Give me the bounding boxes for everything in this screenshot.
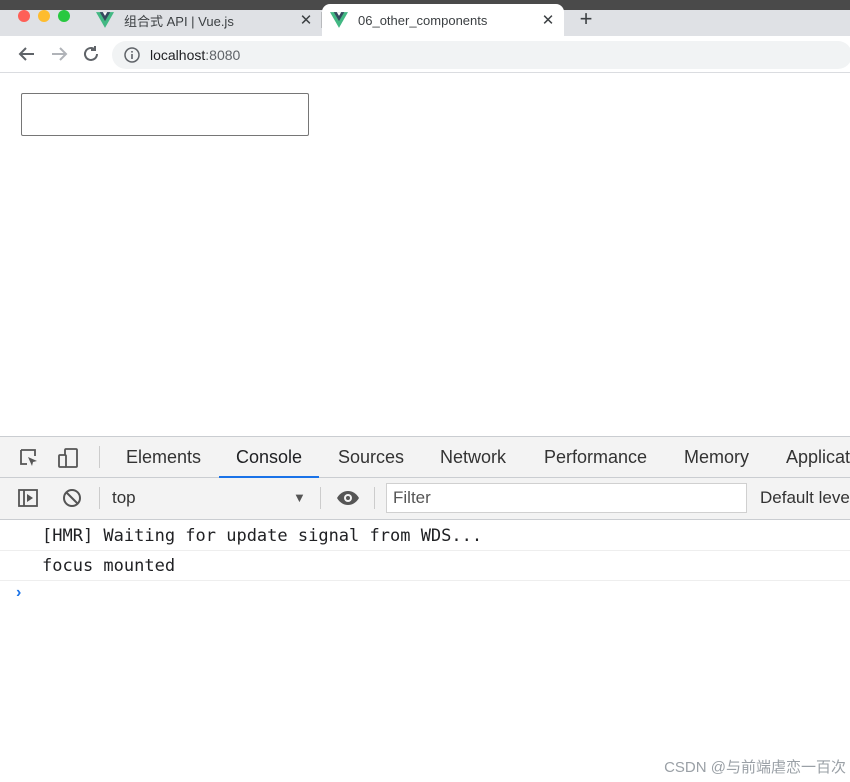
- browser-toolbar: localhost:8080: [0, 36, 850, 73]
- tab-close-icon[interactable]: ✕: [296, 11, 316, 29]
- console-prompt-icon[interactable]: ›: [16, 584, 21, 602]
- address-bar[interactable]: localhost:8080: [112, 41, 850, 69]
- inspect-element-icon[interactable]: [18, 447, 40, 469]
- devtools-tab-bar: Elements Console Sources Network Perform…: [0, 437, 850, 478]
- tab-title: 组合式 API | Vue.js: [124, 13, 234, 29]
- browser-tab-bar: 组合式 API | Vue.js ✕ 06_other_components ✕…: [0, 0, 850, 36]
- vue-logo-icon: [96, 12, 114, 28]
- tab-application[interactable]: Applicat: [786, 437, 850, 477]
- devtools-panel: Elements Console Sources Network Perform…: [0, 436, 850, 782]
- reload-icon[interactable]: [79, 42, 103, 66]
- tab-sources[interactable]: Sources: [338, 437, 404, 477]
- show-sidebar-icon[interactable]: [17, 487, 39, 509]
- url-host: localhost: [150, 47, 206, 63]
- back-icon[interactable]: [15, 42, 39, 66]
- console-message: [HMR] Waiting for update signal from WDS…: [0, 522, 850, 551]
- log-levels-dropdown[interactable]: Default leve: [760, 478, 850, 518]
- site-info-icon[interactable]: [124, 47, 140, 63]
- tab-memory[interactable]: Memory: [684, 437, 749, 477]
- tab-vuejs-docs[interactable]: 组合式 API | Vue.js ✕: [88, 4, 322, 36]
- toolbar-divider: [99, 487, 100, 509]
- toolbar-divider: [374, 487, 375, 509]
- device-toolbar-icon[interactable]: [57, 447, 79, 469]
- tab-close-icon[interactable]: ✕: [538, 11, 558, 29]
- url-port: :8080: [205, 47, 241, 63]
- tab-other-components[interactable]: 06_other_components ✕: [322, 4, 564, 36]
- tab-performance[interactable]: Performance: [544, 437, 647, 477]
- vue-logo-icon: [330, 12, 348, 28]
- dropdown-arrow-icon[interactable]: ▼: [293, 490, 306, 505]
- tab-console[interactable]: Console: [218, 437, 320, 478]
- watermark: CSDN @与前端虐恋一百次: [664, 759, 846, 776]
- tab-elements[interactable]: Elements: [126, 437, 201, 477]
- toolbar-divider: [99, 446, 100, 468]
- page-content: [0, 73, 850, 436]
- tab-title: 06_other_components: [358, 12, 488, 28]
- live-expression-eye-icon[interactable]: [335, 487, 361, 509]
- console-output: [HMR] Waiting for update signal from WDS…: [0, 520, 850, 782]
- console-toolbar: top ▼ Default leve: [0, 478, 850, 520]
- clear-console-icon[interactable]: [61, 487, 83, 509]
- context-selector[interactable]: top: [112, 478, 136, 518]
- url-text: localhost:8080: [150, 47, 240, 63]
- maximize-window-button[interactable]: [58, 10, 70, 22]
- focus-input[interactable]: [21, 93, 309, 136]
- minimize-window-button[interactable]: [38, 10, 50, 22]
- tab-network[interactable]: Network: [440, 437, 506, 477]
- close-window-button[interactable]: [18, 10, 30, 22]
- toolbar-divider: [320, 487, 321, 509]
- console-message: focus mounted: [0, 552, 850, 581]
- forward-icon[interactable]: [47, 42, 71, 66]
- new-tab-button[interactable]: +: [574, 6, 598, 32]
- console-filter-input[interactable]: [386, 483, 747, 513]
